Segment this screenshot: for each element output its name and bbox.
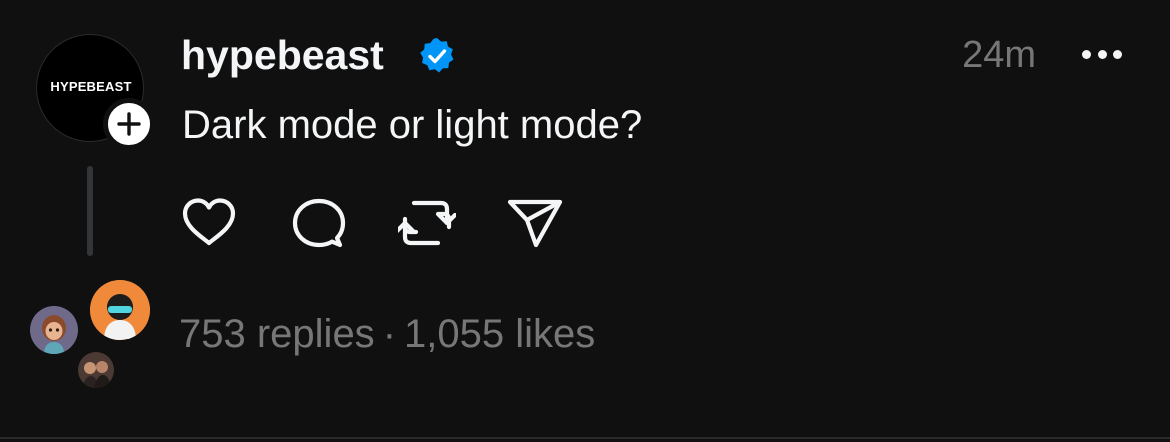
- plus-icon: [117, 112, 141, 136]
- repost-button[interactable]: [394, 194, 458, 252]
- more-dot: [1082, 49, 1091, 59]
- replies-count[interactable]: 753 replies: [179, 312, 375, 356]
- replier-avatar-image: [90, 280, 150, 340]
- thread-line: [87, 166, 93, 256]
- replier-avatar-image: [78, 352, 114, 388]
- follow-button[interactable]: [103, 98, 155, 150]
- author-username[interactable]: hypebeast: [181, 30, 384, 80]
- repost-icon: [394, 200, 458, 246]
- more-dot: [1097, 49, 1107, 59]
- replier-avatar-image: [30, 306, 78, 354]
- likes-count[interactable]: 1,055 likes: [404, 312, 595, 356]
- more-dot: [1113, 49, 1122, 59]
- reply-button[interactable]: [290, 194, 348, 252]
- post-timestamp: 24m: [962, 34, 1036, 76]
- more-options-button[interactable]: [1082, 46, 1122, 62]
- share-button[interactable]: [506, 194, 564, 252]
- replier-avatar: [30, 306, 78, 354]
- avatar-logo-text: HYPEBEAST: [50, 78, 132, 94]
- comment-icon: [292, 198, 346, 248]
- replier-avatar: [78, 352, 114, 388]
- heart-icon: [182, 198, 236, 246]
- replier-avatar: [90, 280, 150, 340]
- stats-separator: ·: [382, 312, 397, 356]
- like-button[interactable]: [180, 194, 238, 252]
- post-divider: [0, 437, 1170, 439]
- post-text: Dark mode or light mode?: [182, 103, 643, 147]
- verified-badge-icon: [420, 38, 454, 73]
- post-stats: 753 replies · 1,055 likes: [179, 309, 595, 359]
- thread-post: HYPEBEAST hypebeast 24m Dark mode or lig…: [0, 0, 1170, 442]
- send-icon: [507, 199, 563, 248]
